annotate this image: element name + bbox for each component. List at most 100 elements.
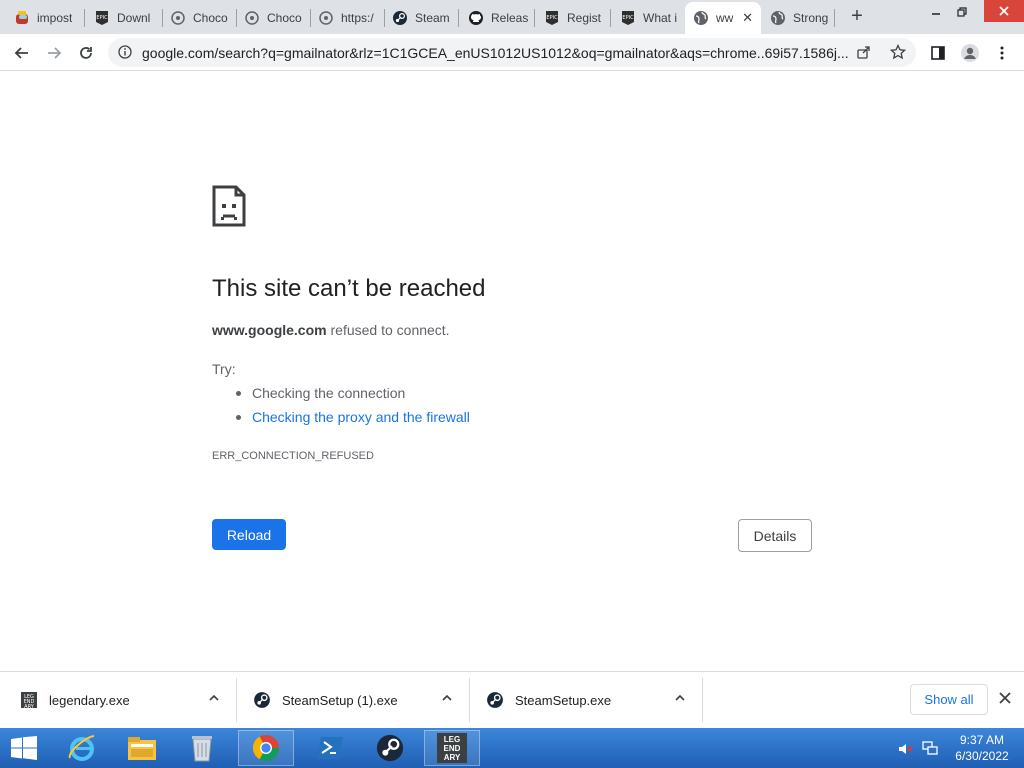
tab-title: Choco bbox=[267, 11, 302, 25]
tab-title: What i bbox=[643, 11, 678, 25]
close-icon bbox=[999, 6, 1009, 16]
download-item-steamsetup-1[interactable]: SteamSetup (1).exe bbox=[253, 678, 453, 722]
error-message: www.google.com refused to connect. bbox=[212, 322, 450, 338]
epic-games-icon: EPIC bbox=[544, 10, 560, 26]
error-title: This site can’t be reached bbox=[212, 275, 486, 302]
reload-toolbar-button[interactable] bbox=[72, 39, 100, 67]
chevron-up-icon[interactable] bbox=[208, 692, 220, 707]
forward-arrow-icon bbox=[48, 47, 62, 59]
tab-chocolatey-2[interactable]: Choco bbox=[236, 4, 310, 32]
tab-title: Strong bbox=[793, 11, 829, 25]
taskbar-internet-explorer[interactable] bbox=[54, 730, 110, 766]
tab-title: ww bbox=[716, 11, 734, 25]
steam-icon bbox=[486, 691, 504, 709]
download-item-legendary[interactable]: LEG END ARY legendary.exe bbox=[20, 678, 220, 722]
steam-icon bbox=[253, 691, 271, 709]
github-icon bbox=[468, 10, 484, 26]
browser-toolbar: google.com/search?q=gmailnator&rlz=1C1GC… bbox=[0, 34, 1024, 71]
chocolatey-icon bbox=[170, 10, 186, 26]
info-icon[interactable] bbox=[118, 45, 132, 64]
tab-chocolatey-1[interactable]: Choco bbox=[162, 4, 236, 32]
network-icon[interactable] bbox=[922, 740, 938, 761]
error-host: www.google.com bbox=[212, 322, 327, 338]
url-text[interactable]: google.com/search?q=gmailnator&rlz=1C1GC… bbox=[142, 45, 854, 61]
clock-time: 9:37 AM bbox=[959, 733, 1005, 747]
tab-active-google[interactable]: ww ✕ bbox=[685, 2, 761, 34]
tab-strong[interactable]: Strong bbox=[762, 4, 834, 32]
new-tab-button[interactable]: + bbox=[846, 6, 868, 28]
avatar-icon bbox=[961, 44, 979, 62]
restore-button[interactable] bbox=[946, 0, 978, 24]
tab-impost[interactable]: impost bbox=[6, 4, 80, 32]
suggestion-list: Checking the connection Checking the pro… bbox=[236, 384, 470, 432]
chevron-up-icon[interactable] bbox=[441, 692, 453, 707]
suggestion-check-proxy-link[interactable]: Checking the proxy and the firewall bbox=[236, 408, 470, 432]
epic-games-icon: EPIC bbox=[94, 10, 110, 26]
globe-icon bbox=[770, 10, 786, 26]
download-filename: legendary.exe bbox=[49, 692, 130, 708]
close-shelf-icon[interactable] bbox=[998, 691, 1012, 710]
taskbar-powershell[interactable] bbox=[302, 730, 358, 766]
tab-what[interactable]: EPIC What i bbox=[612, 4, 686, 32]
side-panel-button[interactable] bbox=[924, 39, 952, 67]
chrome-icon bbox=[252, 735, 280, 762]
refresh-icon bbox=[80, 47, 92, 59]
svg-text:ARY: ARY bbox=[24, 704, 35, 708]
taskbar-legendary[interactable]: LEG END ARY bbox=[424, 730, 480, 766]
kebab-menu-icon bbox=[1000, 46, 1004, 60]
recycle-bin-icon bbox=[192, 736, 212, 762]
windows-logo-icon bbox=[11, 736, 37, 760]
tab-title: Downl bbox=[117, 11, 151, 25]
address-bar[interactable]: google.com/search?q=gmailnator&rlz=1C1GC… bbox=[108, 38, 916, 67]
tab-releases[interactable]: Releas bbox=[460, 4, 534, 32]
download-item-steamsetup[interactable]: SteamSetup.exe bbox=[486, 678, 686, 722]
tab-steam[interactable]: Steam bbox=[384, 4, 458, 32]
menu-button[interactable] bbox=[988, 39, 1016, 67]
powershell-icon bbox=[317, 737, 343, 759]
profile-button[interactable] bbox=[956, 39, 984, 67]
taskbar-recycle-bin[interactable] bbox=[174, 730, 230, 766]
chocolatey-icon bbox=[244, 10, 260, 26]
tab-title: https:/ bbox=[341, 11, 374, 25]
close-tab-icon[interactable]: ✕ bbox=[742, 10, 753, 26]
try-label: Try: bbox=[212, 361, 236, 377]
error-code: ERR_CONNECTION_REFUSED bbox=[212, 450, 374, 462]
error-message-text: refused to connect. bbox=[330, 322, 450, 338]
side-panel-icon bbox=[931, 46, 945, 60]
legendary-icon: LEG END ARY bbox=[437, 733, 467, 763]
internet-explorer-icon bbox=[68, 735, 95, 761]
clock-date: 6/30/2022 bbox=[955, 749, 1009, 763]
svg-text:EPIC: EPIC bbox=[622, 15, 634, 21]
error-page: This site can’t be reached www.google.co… bbox=[0, 72, 1024, 670]
back-button[interactable] bbox=[8, 39, 36, 67]
tab-download[interactable]: EPIC Downl bbox=[86, 4, 160, 32]
minimize-icon bbox=[932, 13, 940, 15]
share-icon[interactable] bbox=[856, 44, 872, 65]
taskbar-steam[interactable] bbox=[362, 730, 418, 766]
tab-register[interactable]: EPIC Regist bbox=[536, 4, 610, 32]
file-explorer-icon bbox=[128, 737, 156, 760]
tab-title: Regist bbox=[567, 11, 602, 25]
tab-https[interactable]: https:/ bbox=[310, 4, 384, 32]
reload-button[interactable]: Reload bbox=[212, 519, 286, 550]
volume-muted-icon[interactable] bbox=[898, 741, 914, 762]
taskbar-chrome[interactable] bbox=[238, 730, 294, 766]
steam-icon bbox=[376, 734, 404, 762]
epic-games-icon: EPIC bbox=[620, 10, 636, 26]
window-close-button[interactable] bbox=[984, 0, 1024, 22]
globe-icon bbox=[693, 10, 709, 26]
svg-text:EPIC: EPIC bbox=[96, 15, 108, 21]
chevron-up-icon[interactable] bbox=[674, 692, 686, 707]
system-clock[interactable]: 9:37 AM 6/30/2022 bbox=[950, 732, 1014, 764]
taskbar-file-explorer[interactable] bbox=[114, 730, 170, 766]
svg-text:EPIC: EPIC bbox=[546, 15, 558, 21]
details-button[interactable]: Details bbox=[738, 519, 812, 552]
start-button[interactable] bbox=[10, 736, 38, 765]
bookmark-star-icon[interactable] bbox=[889, 43, 907, 65]
windows-taskbar: LEG END ARY 9:37 AM 6/30/2022 bbox=[0, 728, 1024, 768]
show-all-downloads-button[interactable]: Show all bbox=[910, 684, 988, 715]
forward-button[interactable] bbox=[40, 39, 68, 67]
among-us-icon bbox=[14, 10, 30, 26]
chocolatey-icon bbox=[318, 10, 334, 26]
download-filename: SteamSetup.exe bbox=[515, 692, 612, 708]
